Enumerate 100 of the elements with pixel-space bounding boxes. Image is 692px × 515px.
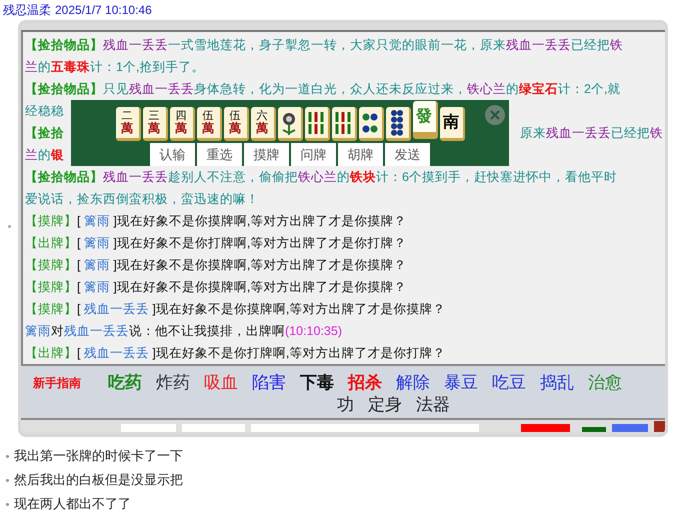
narration-text: 的	[506, 80, 519, 98]
bamboo-sticks-icon	[307, 110, 325, 136]
narration-text: 已经把	[611, 124, 650, 142]
menu-command[interactable]: 吃豆	[492, 372, 526, 394]
event-tag: 【出牌】	[25, 344, 77, 362]
post-time: 2025/1/7 10:10:46	[55, 4, 152, 19]
mahjong-tile[interactable]: 伍 萬	[224, 107, 248, 141]
player-name: 篱雨	[84, 256, 110, 274]
narration-text: 的	[38, 58, 51, 76]
event-tag: 【捡拾物品】	[25, 36, 103, 54]
bullet-icon	[8, 225, 10, 228]
player-name: 残血一丢丢	[84, 300, 149, 318]
dots-icon	[361, 112, 379, 134]
player-name: 残血一丢丢	[64, 322, 129, 340]
message-text: ]现在好象不是你摸牌啊,等对方出牌了才是你摸牌？	[112, 212, 406, 230]
character-name: 残血一丢丢	[506, 36, 571, 54]
message-text: ]现在好象不是你摸牌啊,等对方出牌了才是你摸牌？	[151, 300, 446, 318]
player-name: 篱雨	[84, 278, 110, 296]
menu-command[interactable]: 暴豆	[444, 372, 478, 394]
mahjong-tile[interactable]: 南	[440, 107, 464, 141]
character-name: 残血一丢丢	[546, 124, 611, 142]
menu-command[interactable]: 陷害	[252, 372, 286, 394]
dots-icon	[390, 108, 404, 136]
mahjong-tile[interactable]: 四 萬	[170, 107, 194, 141]
character-name: 铁	[650, 124, 663, 142]
tile-character: 南	[443, 112, 459, 132]
event-tag: 【捡拾物品】	[25, 80, 103, 98]
narration-text: 身体急转，化为一道白光，众人还未反应过来，	[194, 80, 467, 98]
comment-text: 然后我出的白板但是没显示把	[14, 471, 183, 490]
menu-command[interactable]: 捣乱	[540, 372, 574, 394]
player-name: 篱雨	[25, 322, 51, 340]
panel-button[interactable]: 发送	[385, 143, 430, 166]
toolbar-icon[interactable]	[654, 421, 665, 432]
tile-suit: 萬	[229, 122, 241, 134]
item-name: 五毒珠	[51, 58, 90, 76]
menu-command[interactable]: 法器	[416, 394, 450, 416]
narration-text: 原来	[520, 124, 546, 142]
toolbar-button[interactable]	[612, 424, 648, 432]
bamboo-sticks-icon	[334, 110, 352, 136]
menu-command[interactable]: 定身	[368, 394, 402, 416]
narration-text: 经稳稳	[25, 102, 64, 120]
input-field[interactable]	[182, 424, 246, 432]
message-text: ]现在好象不是你打牌啊,等对方出牌了才是你打牌？	[112, 234, 406, 252]
mahjong-tile[interactable]	[278, 107, 302, 141]
mahjong-tile[interactable]: 伍 萬	[196, 107, 222, 141]
panel-button[interactable]: 重选	[197, 143, 242, 166]
narration-text: 一式雪地莲花，身子掣忽一转，大家只觉的眼前一花，原来	[168, 36, 506, 54]
item-name: 银	[51, 146, 64, 164]
tile-numeral: 四	[176, 111, 186, 122]
menu-command[interactable]: 炸药	[156, 372, 190, 394]
tile-numeral: 伍	[230, 111, 240, 122]
narration-text: 计：1个,抢到手了。	[90, 58, 204, 76]
toolbar-button[interactable]	[582, 427, 606, 432]
mahjong-tile[interactable]: 發	[412, 101, 438, 139]
tile-numeral: 伍	[202, 111, 214, 122]
message-text: ]现在好象不是你摸牌啊,等对方出牌了才是你摸牌？	[112, 278, 406, 296]
panel-button[interactable]: 问牌	[291, 143, 336, 166]
timestamp: (10:10:35)	[285, 322, 342, 340]
close-icon[interactable]	[485, 105, 505, 125]
mahjong-tile[interactable]: 二 萬	[116, 107, 140, 141]
narration-text: 计：2个,就	[558, 80, 620, 98]
narration-text: 计：6个摸到手，赶快塞进怀中，看他平时	[376, 168, 617, 186]
character-name: 兰	[25, 58, 38, 76]
comment-text: 我出第一张牌的时候卡了一下	[14, 447, 183, 466]
message-text: ]现在好象不是你打牌啊,等对方出牌了才是你打牌？	[151, 344, 446, 362]
character-name: 残血一丢丢	[103, 36, 168, 54]
menu-command[interactable]: 下毒	[300, 372, 334, 394]
message-text: [	[77, 278, 82, 296]
post-author[interactable]: 残忍温柔	[3, 4, 51, 20]
mahjong-tile[interactable]	[304, 107, 330, 141]
tile-numeral: 六	[256, 111, 268, 122]
panel-button[interactable]: 摸牌	[244, 143, 289, 166]
panel-button[interactable]: 胡牌	[338, 143, 383, 166]
mahjong-tile[interactable]: 六 萬	[250, 107, 276, 141]
mahjong-tile[interactable]	[386, 107, 410, 141]
panel-button[interactable]: 认输	[150, 143, 195, 166]
character-name: 残血一丢丢	[129, 80, 194, 98]
message-text: [	[77, 256, 82, 274]
mahjong-tile[interactable]	[358, 107, 384, 141]
tile-suit: 萬	[148, 122, 160, 134]
tile-suit: 萬	[256, 122, 268, 134]
mahjong-tile[interactable]: 三 萬	[142, 107, 168, 141]
input-field[interactable]	[251, 424, 479, 432]
comment-text: 现在两人都出不了了	[14, 495, 131, 514]
tile-numeral: 三	[148, 111, 160, 122]
menu-command[interactable]: 功	[337, 394, 354, 416]
menu-command[interactable]: 解除	[396, 372, 430, 394]
input-field[interactable]	[121, 424, 176, 432]
narration-text: 已经把	[571, 36, 610, 54]
narration-text: 爱说话，捡东西倒蛮积极，蛮迅速的嘛！	[25, 190, 259, 208]
message-text: [	[77, 300, 82, 318]
mahjong-tile[interactable]	[332, 107, 356, 141]
bullet-icon	[6, 454, 9, 458]
character-name: 兰	[25, 146, 38, 164]
tile-character: 發	[416, 106, 432, 126]
event-tag: 【摸牌】	[25, 300, 77, 318]
narration-text: 趁别人不注意，偷偷把	[168, 168, 298, 186]
narration-text: 只见	[103, 80, 129, 98]
message-text: 说：他不让我摸排，出牌啊	[129, 322, 285, 340]
tile-suit: 萬	[202, 122, 214, 134]
